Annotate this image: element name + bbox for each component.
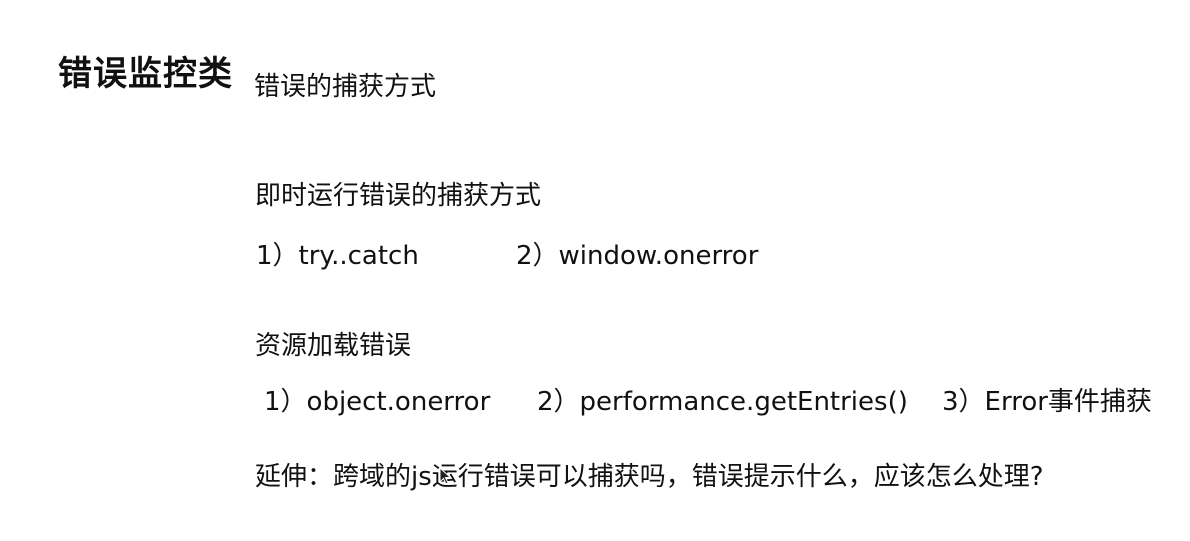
- resource-item-performance-getentries: 2）performance.getEntries(): [537, 387, 908, 417]
- runtime-error-heading: 即时运行错误的捕获方式: [255, 181, 542, 211]
- mouse-cursor-icon: [439, 467, 452, 485]
- runtime-item-window-onerror: 2）window.onerror: [516, 241, 759, 271]
- resource-item-object-onerror: 1）object.onerror: [264, 387, 491, 417]
- extension-question: 延伸：跨域的js运行错误可以捕获吗，错误提示什么，应该怎么处理?: [255, 462, 1044, 492]
- main-title: 错误监控类: [58, 54, 233, 94]
- runtime-item-try-catch: 1）try..catch: [256, 241, 419, 271]
- slide: 错误监控类 错误的捕获方式 即时运行错误的捕获方式 1）try..catch 2…: [0, 0, 1190, 541]
- resource-error-heading: 资源加载错误: [255, 331, 412, 361]
- resource-item-error-event-capture: 3）Error事件捕获: [942, 387, 1152, 417]
- subtitle: 错误的捕获方式: [254, 72, 437, 102]
